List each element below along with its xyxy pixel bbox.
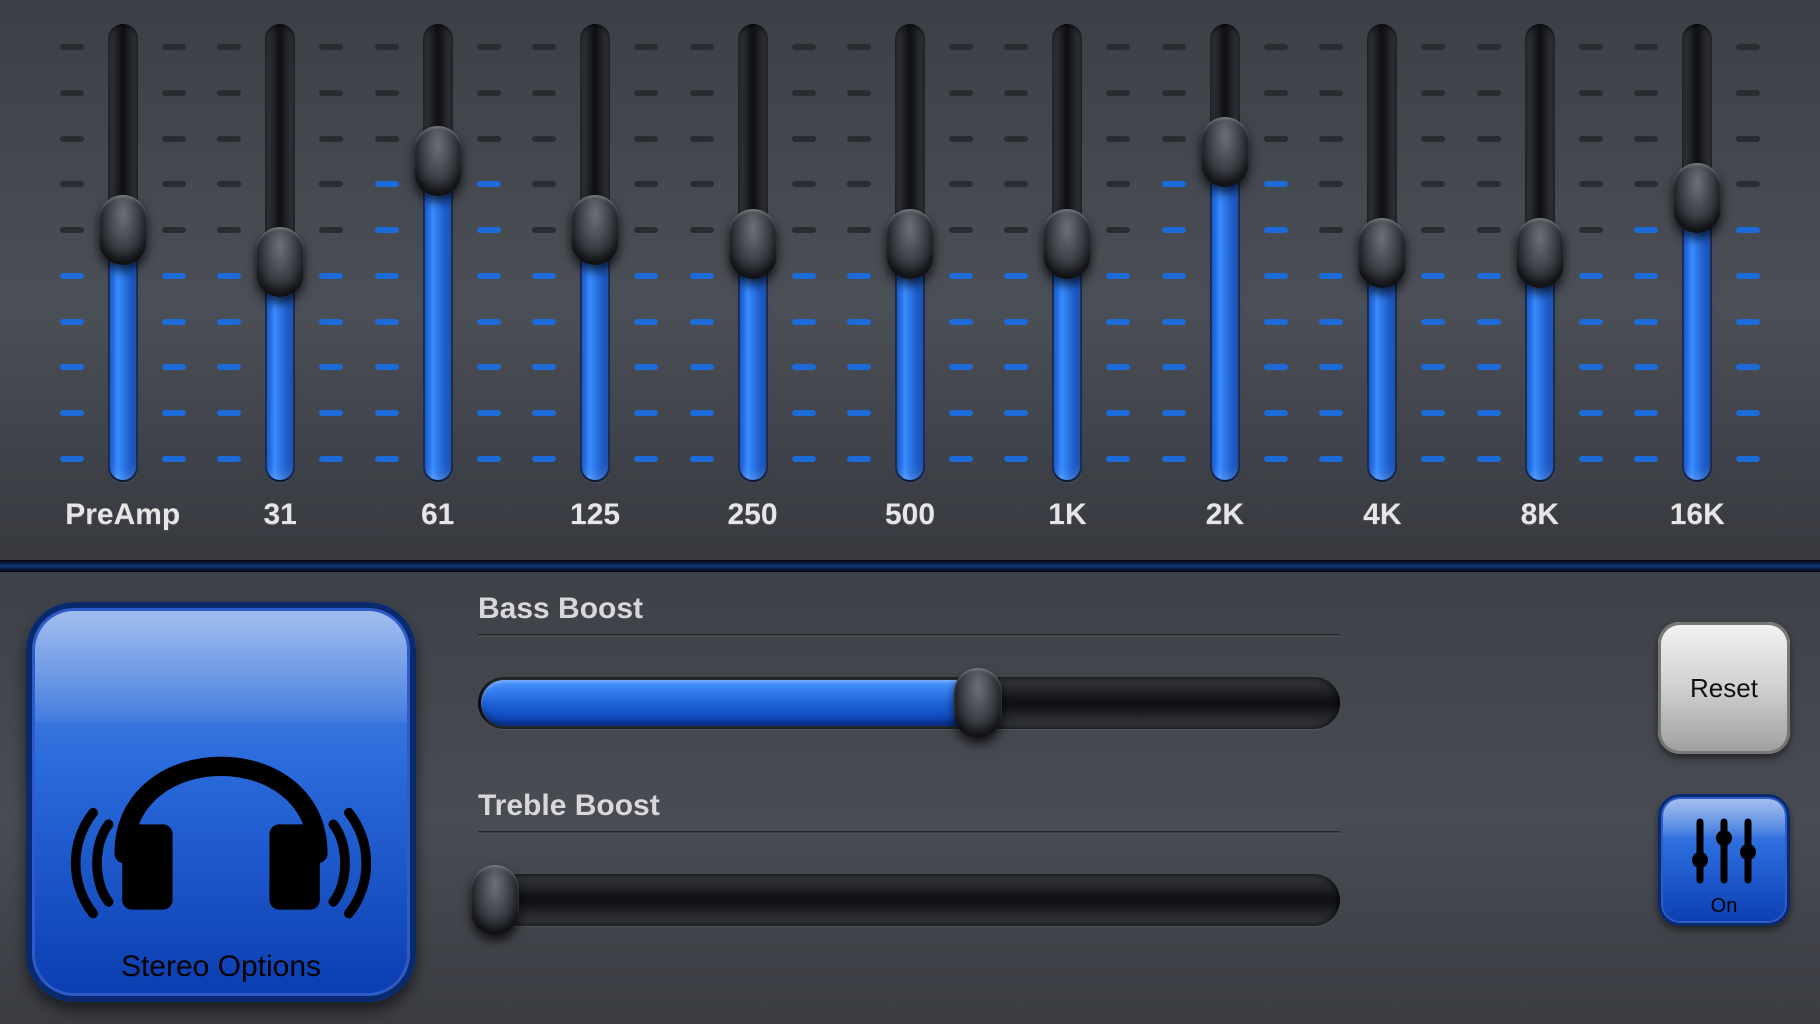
treble-boost-knob[interactable] bbox=[471, 865, 519, 935]
eq-knob-b8k[interactable] bbox=[1516, 218, 1564, 288]
eq-band-preamp: PreAmp bbox=[44, 0, 201, 560]
eq-slider-preamp[interactable] bbox=[60, 14, 186, 492]
eq-fill-b2k bbox=[1212, 153, 1238, 480]
eq-knob-b61[interactable] bbox=[414, 126, 462, 196]
equalizer-panel: PreAmp 31 61 125 250 500 1K 2K 4K 8K 16K bbox=[0, 0, 1820, 560]
right-button-column: Reset On bbox=[1658, 622, 1790, 926]
bass-boost-slider[interactable] bbox=[478, 677, 1340, 729]
eq-label-b61: 61 bbox=[421, 498, 454, 532]
eq-slider-b500[interactable] bbox=[847, 14, 973, 492]
eq-on-button[interactable]: On bbox=[1658, 794, 1790, 926]
bass-boost-divider bbox=[478, 634, 1340, 637]
eq-knob-b250[interactable] bbox=[729, 209, 777, 279]
eq-label-b8k: 8K bbox=[1521, 498, 1559, 532]
eq-slider-b31[interactable] bbox=[217, 14, 343, 492]
bass-boost-label: Bass Boost bbox=[478, 592, 1340, 626]
eq-label-b31: 31 bbox=[263, 498, 296, 532]
stereo-options-label: Stereo Options bbox=[121, 950, 321, 984]
eq-label-preamp: PreAmp bbox=[65, 498, 180, 532]
eq-band-b8k: 8K bbox=[1461, 0, 1618, 560]
eq-slider-b61[interactable] bbox=[375, 14, 501, 492]
eq-knob-b500[interactable] bbox=[886, 209, 934, 279]
eq-knob-b2k[interactable] bbox=[1201, 117, 1249, 187]
bass-boost-fill bbox=[481, 680, 981, 726]
eq-slider-b16k[interactable] bbox=[1634, 14, 1760, 492]
sliders-icon bbox=[1680, 812, 1768, 895]
eq-fill-b16k bbox=[1684, 199, 1710, 480]
eq-band-b31: 31 bbox=[201, 0, 358, 560]
eq-fill-b1k bbox=[1054, 244, 1080, 480]
panel-divider bbox=[0, 560, 1820, 572]
stereo-options-button[interactable]: Stereo Options bbox=[26, 602, 416, 1002]
treble-boost-label: Treble Boost bbox=[478, 789, 1340, 823]
eq-fill-preamp bbox=[110, 230, 136, 480]
eq-knob-preamp[interactable] bbox=[99, 195, 147, 265]
eq-label-b2k: 2K bbox=[1206, 498, 1244, 532]
eq-slider-b250[interactable] bbox=[690, 14, 816, 492]
eq-on-label: On bbox=[1711, 895, 1738, 918]
treble-boost-group: Treble Boost bbox=[478, 789, 1340, 926]
eq-band-b61: 61 bbox=[359, 0, 516, 560]
eq-knob-b1k[interactable] bbox=[1043, 209, 1091, 279]
treble-boost-slider[interactable] bbox=[478, 874, 1340, 926]
eq-band-b250: 250 bbox=[674, 0, 831, 560]
bass-boost-knob[interactable] bbox=[954, 668, 1002, 738]
eq-knob-b16k[interactable] bbox=[1673, 163, 1721, 233]
eq-fill-b61 bbox=[425, 162, 451, 480]
eq-fill-b125 bbox=[582, 230, 608, 480]
eq-band-b125: 125 bbox=[516, 0, 673, 560]
eq-band-b500: 500 bbox=[831, 0, 988, 560]
reset-button[interactable]: Reset bbox=[1658, 622, 1790, 754]
eq-fill-b500 bbox=[897, 244, 923, 480]
eq-label-b125: 125 bbox=[570, 498, 620, 532]
boost-section: Bass Boost Treble Boost bbox=[478, 592, 1340, 986]
eq-label-b16k: 16K bbox=[1670, 498, 1725, 532]
bass-boost-group: Bass Boost bbox=[478, 592, 1340, 729]
eq-band-b4k: 4K bbox=[1304, 0, 1461, 560]
headphones-icon bbox=[66, 675, 376, 950]
eq-label-b250: 250 bbox=[728, 498, 778, 532]
bottom-panel: Stereo Options Bass Boost Treble Boost R… bbox=[0, 572, 1820, 1024]
eq-slider-b4k[interactable] bbox=[1319, 14, 1445, 492]
eq-slider-b125[interactable] bbox=[532, 14, 658, 492]
eq-knob-b4k[interactable] bbox=[1358, 218, 1406, 288]
eq-band-b16k: 16K bbox=[1619, 0, 1776, 560]
eq-band-b1k: 1K bbox=[989, 0, 1146, 560]
eq-label-b500: 500 bbox=[885, 498, 935, 532]
eq-knob-b125[interactable] bbox=[571, 195, 619, 265]
eq-knob-b31[interactable] bbox=[256, 227, 304, 297]
reset-button-label: Reset bbox=[1690, 673, 1758, 704]
treble-boost-divider bbox=[478, 831, 1340, 834]
eq-slider-b2k[interactable] bbox=[1162, 14, 1288, 492]
eq-fill-b250 bbox=[740, 244, 766, 480]
eq-label-b1k: 1K bbox=[1048, 498, 1086, 532]
eq-slider-b8k[interactable] bbox=[1477, 14, 1603, 492]
eq-label-b4k: 4K bbox=[1363, 498, 1401, 532]
eq-slider-b1k[interactable] bbox=[1004, 14, 1130, 492]
eq-band-b2k: 2K bbox=[1146, 0, 1303, 560]
